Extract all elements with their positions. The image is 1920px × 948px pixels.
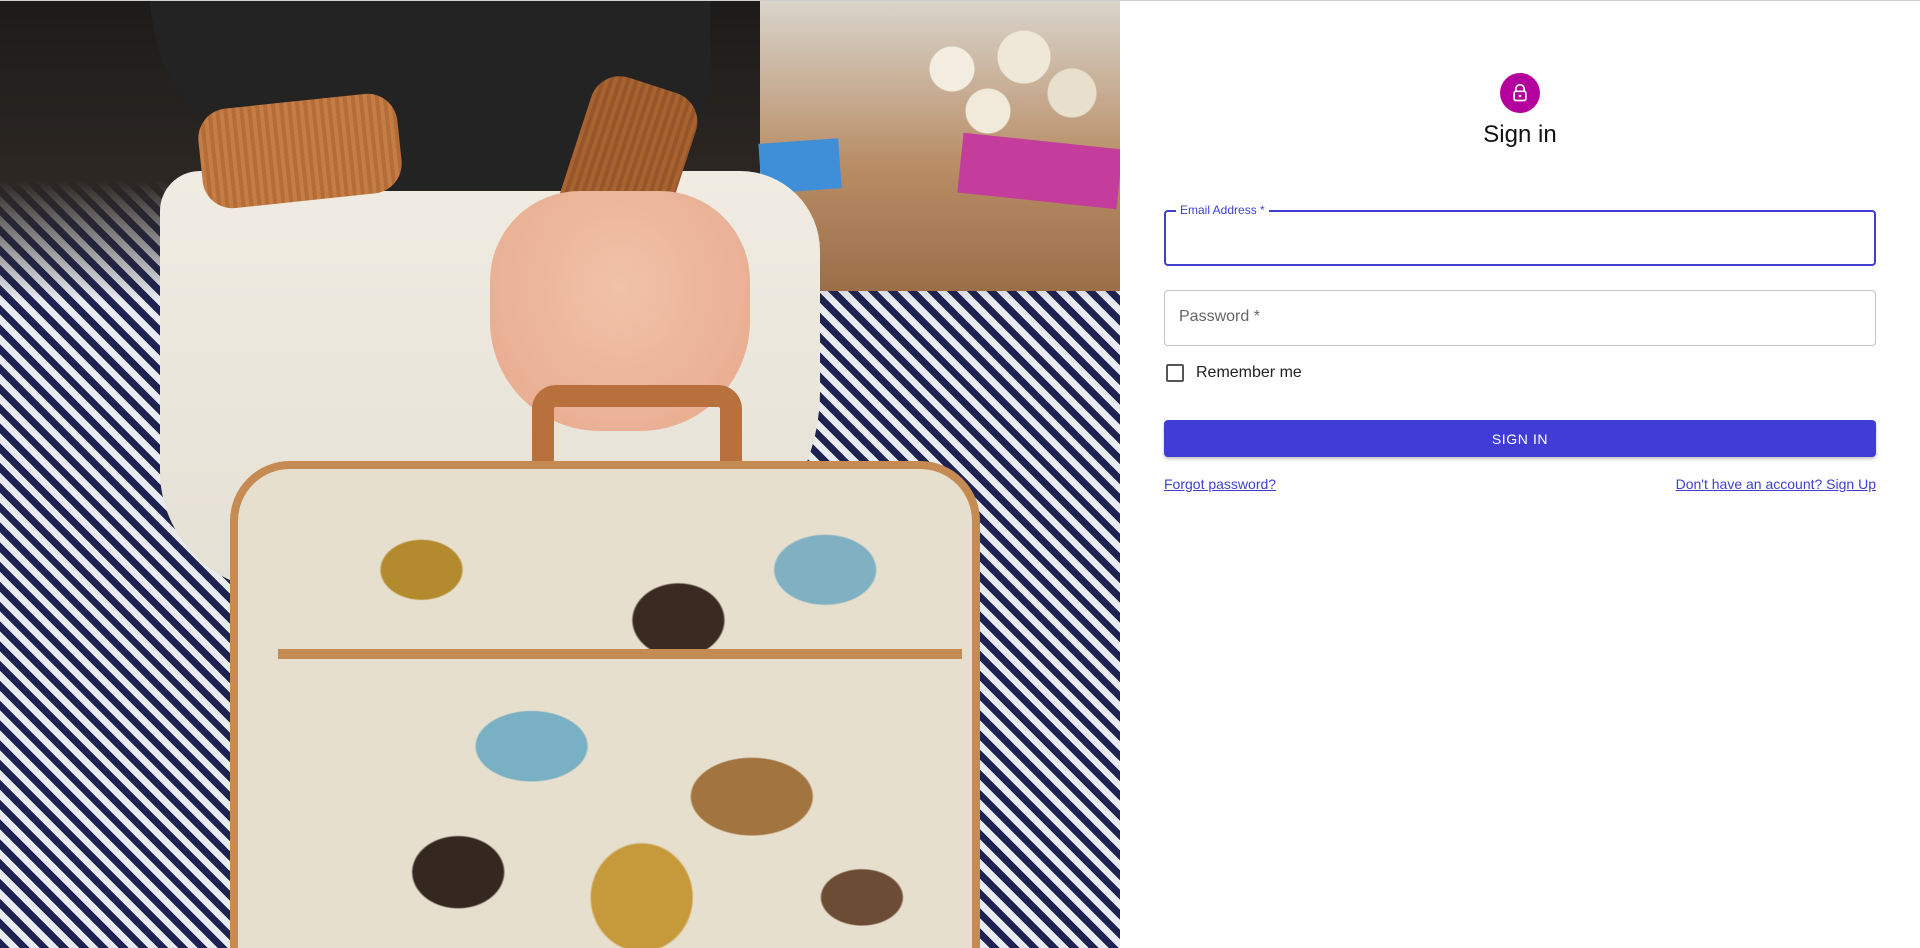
sign-up-link[interactable]: Don't have an account? Sign Up [1676,476,1876,492]
email-field[interactable]: Email Address * [1164,203,1876,266]
email-label: Email Address * [1176,203,1269,217]
lock-icon [1513,83,1527,102]
email-input[interactable] [1166,212,1874,264]
password-input[interactable] [1165,291,1875,345]
remember-label: Remember me [1196,364,1302,381]
password-field[interactable]: Password * [1164,290,1876,346]
remember-me[interactable]: Remember me [1164,364,1302,382]
hero-image [0,1,1120,948]
page-title: Sign in [1483,121,1557,148]
remember-checkbox[interactable] [1166,364,1184,382]
signin-page: Sign in Email Address * Password * Remem… [0,0,1920,948]
lock-avatar [1500,73,1540,113]
sign-in-button[interactable]: SIGN IN [1164,420,1876,457]
forgot-password-link[interactable]: Forgot password? [1164,476,1276,492]
suitcase [230,461,980,948]
signin-panel: Sign in Email Address * Password * Remem… [1120,1,1920,948]
